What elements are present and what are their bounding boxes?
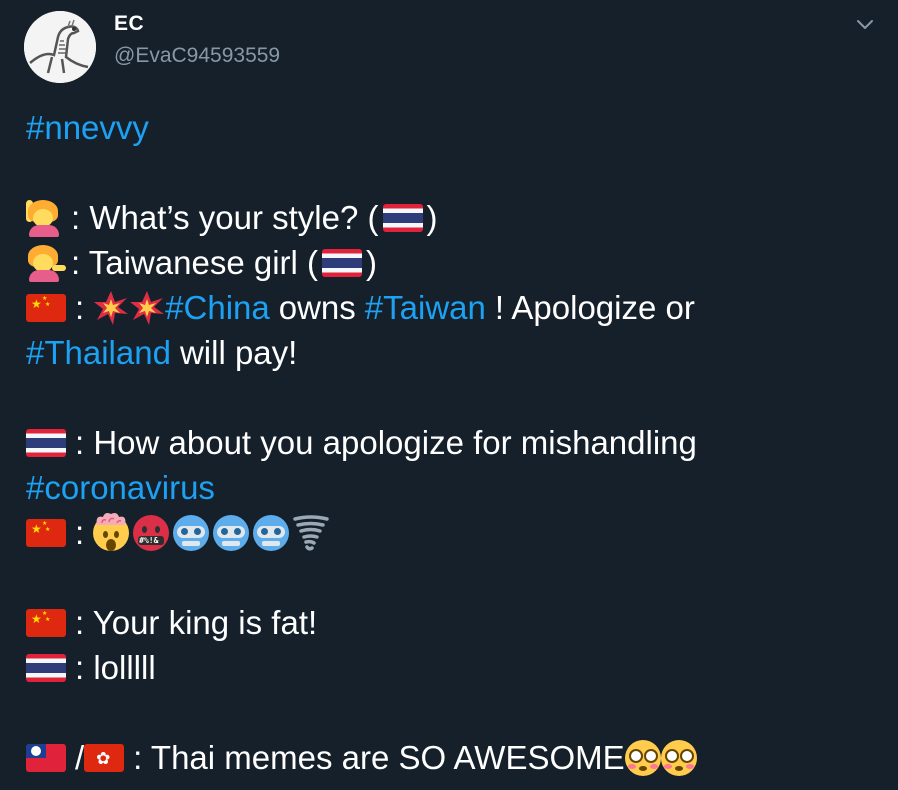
- tweet-line: ★ ★ ★ : #China owns #Taiwan ! Apologize …: [26, 285, 886, 330]
- china-flag-icon: ★ ★ ★: [26, 608, 66, 637]
- tweet-word: ! Apologize or: [494, 289, 695, 326]
- dialogue-text: : lolllll: [75, 649, 156, 686]
- robot-icon: [253, 514, 290, 551]
- thailand-flag-icon: [26, 653, 66, 682]
- dialogue-text: ): [426, 199, 438, 236]
- china-flag-icon: ★ ★ ★: [26, 293, 66, 322]
- collision-icon: [129, 290, 165, 326]
- tweet-line: #nnevvy: [26, 105, 886, 150]
- colon-text: :: [75, 514, 85, 551]
- person-tipping-hand-icon: [26, 244, 66, 282]
- author-display-name[interactable]: EC: [114, 12, 144, 36]
- hashtag-link[interactable]: #Thailand: [26, 330, 171, 375]
- face-with-symbols-on-mouth-icon: #%!&: [133, 514, 170, 551]
- tweet-line: ★ ★ ★ : Your king is fat!: [26, 600, 886, 645]
- hong-kong-flag-icon: ✿: [84, 743, 125, 772]
- hashtag-link[interactable]: #Taiwan: [365, 285, 486, 330]
- tweet-word: owns: [278, 289, 356, 326]
- thailand-flag-icon: [322, 248, 363, 277]
- hashtag-link[interactable]: #coronavirus: [26, 465, 215, 510]
- flushed-face-icon: [660, 739, 697, 776]
- collision-icon: [93, 290, 129, 326]
- thailand-flag-icon: [382, 203, 423, 232]
- tornado-icon: [293, 514, 329, 551]
- tweet-line: : Taiwanese girl ( ): [26, 240, 886, 285]
- tweet-text: #nnevvy : What’s your style? ( ): Taiwa…: [26, 105, 886, 780]
- author-handle[interactable]: @EvaC94593559: [114, 44, 280, 68]
- tweet: EC @EvaC94593559 #nnevvy : What’s your s…: [0, 0, 898, 790]
- flushed-face-icon: [624, 739, 661, 776]
- chevron-down-icon[interactable]: [852, 14, 878, 36]
- robot-icon: [213, 514, 250, 551]
- person-raising-hand-icon: [26, 199, 62, 237]
- tweet-line: : How about you apologize for mishandlin…: [26, 420, 886, 465]
- dialogue-text: : Taiwanese girl (: [71, 244, 319, 281]
- robot-icon: [173, 514, 210, 551]
- avatar[interactable]: [24, 11, 96, 83]
- dinosaur-skeleton-icon: [24, 11, 96, 83]
- china-flag-icon: ★ ★ ★: [26, 518, 66, 547]
- exploding-head-icon: [93, 512, 130, 551]
- tweet-line: #coronavirus: [26, 465, 886, 510]
- dialogue-text: : Your king is fat!: [75, 604, 318, 641]
- dialogue-text: : Thai memes are SO AWESOME: [133, 739, 625, 776]
- tweet-line: : What’s your style? ( ): [26, 195, 886, 240]
- tweet-line: ★ ★ ★ : #%!&: [26, 510, 886, 555]
- taiwan-flag-icon: [26, 743, 66, 772]
- colon-text: :: [75, 289, 85, 326]
- dialogue-text: ): [366, 244, 378, 281]
- hashtag-link[interactable]: #China: [165, 285, 270, 330]
- tweet-line: #Thailand will pay!: [26, 330, 886, 375]
- slash-text: /: [75, 739, 85, 776]
- tweet-line: : lolllll: [26, 645, 886, 690]
- thailand-flag-icon: [26, 428, 66, 457]
- dialogue-text: : What’s your style? (: [71, 199, 379, 236]
- symbols-text: #%!&: [139, 535, 159, 545]
- tweet-line: / ✿ : Thai memes are SO AWESOME: [26, 735, 886, 780]
- hashtag-link[interactable]: #nnevvy: [26, 105, 149, 150]
- tweet-word: will pay!: [179, 334, 298, 371]
- dialogue-text: : How about you apologize for mishandlin…: [75, 424, 697, 461]
